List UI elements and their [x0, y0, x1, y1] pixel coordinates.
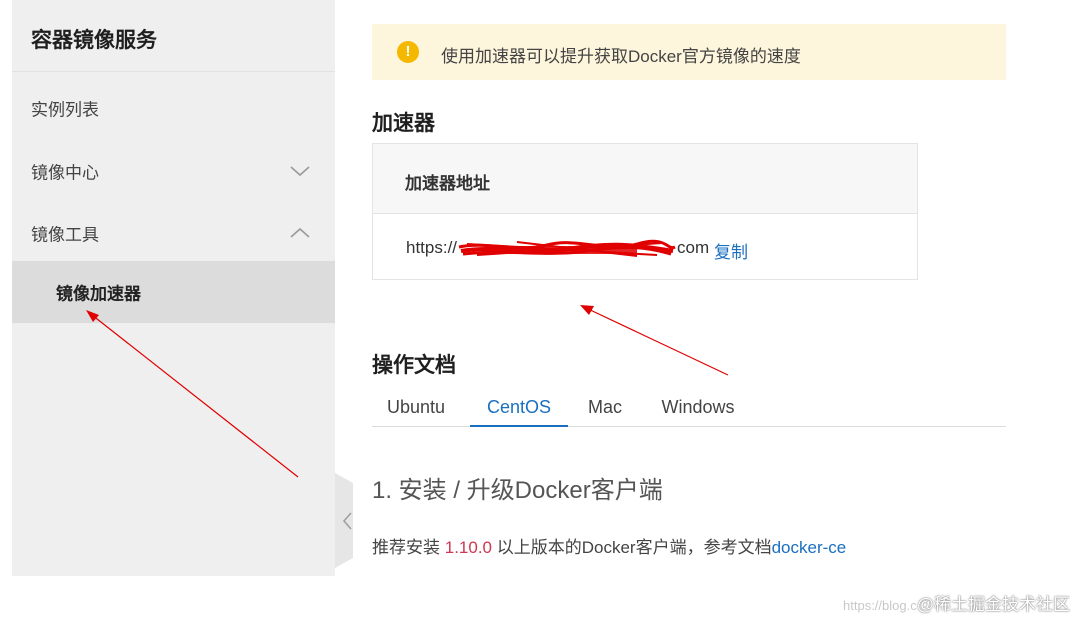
os-tabs: Ubuntu CentOS Mac Windows — [372, 388, 1006, 427]
sidebar-collapse-toggle[interactable] — [335, 473, 363, 568]
notice-banner: ! 使用加速器可以提升获取Docker官方镜像的速度 — [372, 24, 1006, 80]
watermark-text: @稀土掘金技术社区 — [916, 595, 1070, 614]
url-prefix: https:// — [406, 238, 458, 257]
chevron-up-icon — [290, 227, 310, 238]
tab-centos[interactable]: CentOS — [470, 388, 568, 427]
chevron-down-icon — [290, 166, 310, 177]
watermark-url: https://blog.c — [843, 598, 917, 613]
redacted-scribble — [458, 239, 676, 257]
sidebar-item-label: 镜像加速器 — [56, 284, 141, 304]
watermark: https://blog.c@稀土掘金技术社区 — [843, 590, 1070, 615]
tab-mac[interactable]: Mac — [584, 388, 626, 427]
install-text-before: 推荐安装 — [372, 538, 445, 557]
accelerator-url: https:// com — [406, 238, 709, 259]
sidebar-item-image-center[interactable]: 镜像中心 — [12, 140, 335, 202]
tab-windows[interactable]: Windows — [656, 388, 740, 427]
install-text-after: 以上版本的Docker客户端，参考文档 — [492, 538, 772, 557]
arrowhead-icon — [580, 305, 594, 315]
warning-icon: ! — [397, 41, 419, 63]
docker-ce-link[interactable]: docker-ce — [772, 538, 847, 557]
docs-section-title: 操作文档 — [372, 354, 456, 377]
url-suffix: com — [677, 238, 710, 257]
accelerator-header: 加速器地址 — [373, 144, 917, 214]
accelerator-section-title: 加速器 — [372, 112, 435, 135]
copy-link[interactable]: 复制 — [714, 238, 748, 263]
sidebar-item-label: 镜像中心 — [31, 163, 99, 183]
sidebar-item-label: 镜像工具 — [31, 225, 99, 245]
accelerator-header-label: 加速器地址 — [405, 174, 490, 193]
accelerator-panel: 加速器地址 https:// com 复制 — [372, 143, 918, 280]
sidebar: 容器镜像服务 实例列表 镜像中心 镜像工具 镜像加速器 — [12, 0, 335, 576]
install-paragraph: 推荐安装 1.10.0 以上版本的Docker客户端，参考文档docker-ce — [372, 533, 846, 558]
sidebar-divider — [12, 71, 335, 72]
sidebar-item-instances[interactable]: 实例列表 — [12, 77, 335, 139]
notice-text: 使用加速器可以提升获取Docker官方镜像的速度 — [441, 47, 801, 66]
sidebar-item-image-accelerator[interactable]: 镜像加速器 — [12, 261, 335, 323]
tab-ubuntu[interactable]: Ubuntu — [381, 388, 451, 427]
sidebar-item-label: 实例列表 — [31, 100, 99, 120]
annotation-arrow — [585, 307, 729, 376]
sidebar-item-image-tools[interactable]: 镜像工具 — [12, 202, 335, 264]
sidebar-title: 容器镜像服务 — [31, 29, 157, 52]
install-version: 1.10.0 — [444, 538, 492, 557]
install-heading: 1. 安装 / 升级Docker客户端 — [372, 477, 663, 504]
